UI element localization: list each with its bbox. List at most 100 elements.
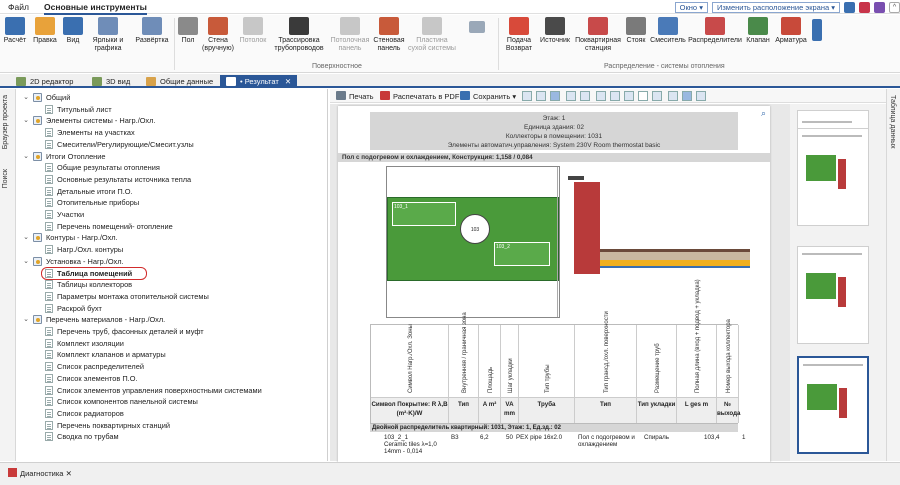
tree-item[interactable]: Перечень труб, фасонных деталей и муфт bbox=[17, 326, 327, 337]
page-icon[interactable] bbox=[682, 91, 692, 101]
ribbon-btn-floor[interactable]: Пол bbox=[176, 17, 200, 45]
print-pdf-button[interactable]: Распечатать в PDF bbox=[380, 91, 459, 102]
diagnostics-tab[interactable]: Диагностика ✕ bbox=[8, 468, 72, 478]
view-mode-icon[interactable] bbox=[566, 91, 576, 101]
ribbon-btn-dry-plate[interactable]: Пластина сухой системы bbox=[408, 17, 456, 53]
ribbon-btn-ceiling-panel[interactable]: Потолочная панель bbox=[330, 17, 370, 53]
tree-item[interactable]: Список распределителей bbox=[17, 361, 327, 372]
tree-folder[interactable]: ⌄ Установка - Нагр./Охл. bbox=[17, 256, 327, 267]
ribbon-btn-supply-return[interactable]: Подача Возврат bbox=[502, 17, 536, 53]
ribbon-btn-source[interactable]: Источник bbox=[538, 17, 572, 45]
tree-folder[interactable]: ⌄ Общий bbox=[17, 92, 327, 103]
page-icon[interactable] bbox=[696, 91, 706, 101]
tree-item[interactable]: Отопительные приборы bbox=[17, 197, 327, 208]
layout-dropdown[interactable]: Изменить расположение экрана ▾ bbox=[711, 1, 840, 13]
tree-item[interactable]: Таблица помещений bbox=[17, 266, 327, 280]
layout-icon[interactable] bbox=[596, 91, 606, 101]
tree-item[interactable]: Детальные итоги П.О. bbox=[17, 186, 327, 197]
page-icon[interactable] bbox=[668, 91, 678, 101]
view-mode-icon[interactable] bbox=[550, 91, 560, 101]
license-icon[interactable] bbox=[859, 1, 870, 13]
page-thumbnail[interactable] bbox=[797, 246, 869, 344]
search-tab[interactable]: Поиск bbox=[2, 169, 9, 188]
ribbon-btn-routing[interactable]: Трассировка трубопроводов bbox=[272, 17, 326, 53]
tree-item[interactable]: Перечень поквартирных станций bbox=[17, 420, 327, 431]
view-mode-icon[interactable] bbox=[522, 91, 532, 101]
data-table-tab[interactable]: Таблица данных bbox=[889, 95, 896, 149]
tab-3d-view[interactable]: 3D вид bbox=[86, 75, 136, 88]
menu-main-tools[interactable]: Основные инструменты bbox=[44, 2, 147, 15]
help-icon[interactable] bbox=[844, 1, 855, 13]
page-thumbnail[interactable] bbox=[797, 128, 869, 226]
tree-item[interactable]: Перечень помещений- отопление bbox=[17, 221, 327, 232]
ribbon-btn-labels[interactable]: Ярлыки и графика bbox=[88, 17, 128, 53]
layout-icon[interactable] bbox=[624, 91, 634, 101]
save-button[interactable]: Сохранить ▾ bbox=[460, 91, 516, 102]
page-thumbnail-selected[interactable] bbox=[797, 356, 869, 454]
ribbon-btn-calc[interactable]: Расчёт bbox=[2, 17, 28, 45]
document-viewer[interactable]: Этаж: 1 Единица здания: 02 Коллекторы в … bbox=[330, 104, 790, 466]
tab-result[interactable]: • Результат ✕ bbox=[220, 75, 298, 88]
tree-item[interactable]: Список радиаторов bbox=[17, 408, 327, 419]
window-dropdown[interactable]: Окно ▾ bbox=[674, 1, 708, 13]
tree-item[interactable]: Участки bbox=[17, 209, 327, 220]
view-mode-icon[interactable] bbox=[536, 91, 546, 101]
account-icon[interactable] bbox=[874, 1, 885, 13]
tree-item[interactable]: Комплект изоляции bbox=[17, 338, 327, 349]
tree-item[interactable]: Сводка по трубам bbox=[17, 431, 327, 442]
ribbon-btn-mixer[interactable]: Смеситель bbox=[650, 17, 686, 45]
list-doc-icon bbox=[45, 291, 53, 301]
tree-item[interactable]: Параметры монтажа отопительной системы bbox=[17, 291, 327, 302]
ribbon-btn-ceiling[interactable]: Потолок bbox=[238, 17, 268, 45]
menu-file[interactable]: Файл bbox=[8, 2, 29, 12]
tree-item[interactable]: Титульный лист bbox=[17, 104, 327, 115]
tree-item[interactable]: Таблицы коллекторов bbox=[17, 279, 327, 290]
cell-laying: Спираль bbox=[644, 434, 669, 441]
layout-icon[interactable] bbox=[638, 91, 648, 101]
ribbon-btn-riser[interactable]: Стояк bbox=[624, 17, 648, 45]
tree-folder[interactable]: ⌄ Контуры - Нагр./Охл. bbox=[17, 232, 327, 243]
tree-folder[interactable]: ⌄ Итоги Отопление bbox=[17, 151, 327, 162]
tree-item[interactable]: Список компонентов панельной системы bbox=[17, 396, 327, 407]
print-button[interactable]: Печать bbox=[336, 91, 374, 102]
collapse-ribbon-icon[interactable]: ^ bbox=[889, 1, 900, 13]
column-subheader: VA mm bbox=[501, 397, 519, 423]
ribbon-btn-wall-panel[interactable]: Стеновая панель bbox=[372, 17, 406, 53]
ribbon-btn-view[interactable]: Вид bbox=[62, 17, 84, 45]
layout-icon[interactable] bbox=[610, 91, 620, 101]
ribbon-btn-wall[interactable]: Стена (вручную) bbox=[202, 17, 234, 53]
chevron-down-icon[interactable]: ⌄ bbox=[22, 92, 30, 103]
tab-2d-editor[interactable]: 2D редактор bbox=[10, 75, 79, 88]
ribbon-btn-unfold[interactable]: Развёртка bbox=[132, 17, 172, 45]
tree-folder[interactable]: ⌄ Элементы системы - Нагр./Охл. bbox=[17, 115, 327, 126]
ribbon-btn-apartment-station[interactable]: Поквартирная станция bbox=[574, 17, 622, 53]
chevron-down-icon[interactable]: ⌄ bbox=[22, 256, 30, 267]
ribbon-btn-small-tools[interactable] bbox=[460, 21, 494, 35]
ribbon-btn-distributors[interactable]: Распределители bbox=[688, 17, 742, 45]
tree-folder[interactable]: ⌄ Перечень материалов - Нагр./Охл. bbox=[17, 314, 327, 325]
ribbon-btn-extra[interactable] bbox=[810, 19, 824, 43]
ribbon-btn-fittings[interactable]: Арматура bbox=[774, 17, 808, 45]
ribbon-btn-valve[interactable]: Клапан bbox=[744, 17, 772, 45]
search-icon[interactable]: ⌕ bbox=[761, 108, 766, 119]
tree-item[interactable]: Нагр./Охл. контуры bbox=[17, 244, 327, 255]
ribbon-btn-edit[interactable]: Правка bbox=[32, 17, 58, 45]
chevron-down-icon[interactable]: ⌄ bbox=[22, 151, 30, 162]
view-mode-icon[interactable] bbox=[580, 91, 590, 101]
project-browser-tab[interactable]: Браузер проекта bbox=[2, 95, 9, 149]
thumb-line bbox=[802, 253, 862, 255]
chevron-down-icon[interactable]: ⌄ bbox=[22, 314, 30, 325]
tree-item[interactable]: Список элементов управления поверхностны… bbox=[17, 385, 327, 396]
chevron-down-icon[interactable]: ⌄ bbox=[22, 232, 30, 243]
tree-item[interactable]: Список элементов П.О. bbox=[17, 373, 327, 384]
tree-item[interactable]: Основные результаты источника тепла bbox=[17, 174, 327, 185]
tree-item[interactable]: Комплект клапанов и арматуры bbox=[17, 349, 327, 360]
tree-item[interactable]: Раскрой бухт bbox=[17, 303, 327, 314]
chevron-down-icon[interactable]: ⌄ bbox=[22, 115, 30, 126]
zoom-icon[interactable] bbox=[652, 91, 662, 101]
close-icon[interactable]: ✕ bbox=[285, 77, 291, 86]
tree-item[interactable]: Элементы на участках bbox=[17, 127, 327, 138]
tab-general-data[interactable]: Общие данные bbox=[140, 75, 219, 88]
tree-item[interactable]: Общие результаты отопления bbox=[17, 162, 327, 173]
tree-item[interactable]: Смесители/Регулирующие/Смесит.узлы bbox=[17, 139, 327, 150]
